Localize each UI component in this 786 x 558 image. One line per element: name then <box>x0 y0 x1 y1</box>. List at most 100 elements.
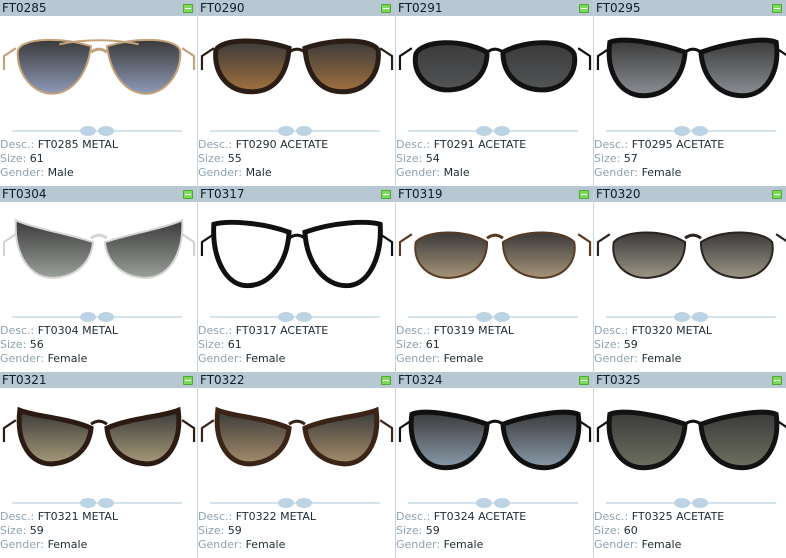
product-card[interactable]: FT0304 Desc.: FT0304 METAL Size: 56 Gender:… <box>0 186 198 372</box>
sunglasses-image[interactable] <box>594 16 786 120</box>
collapse-toggle-icon[interactable] <box>183 4 193 13</box>
product-code-header[interactable]: FT0290 <box>198 0 395 16</box>
product-card[interactable]: FT0322 Desc.: FT0322 METAL Size: 59 Gender:… <box>198 372 396 558</box>
product-description-label: Desc.: <box>0 138 35 151</box>
product-code-header[interactable]: FT0317 <box>198 186 395 202</box>
product-size-value: 54 <box>425 152 440 165</box>
product-description-label: Desc.: <box>594 138 629 151</box>
product-size-value: 61 <box>29 152 44 165</box>
sunglasses-image[interactable] <box>0 388 198 492</box>
product-size-row: Size: 55 <box>198 152 328 166</box>
product-description-value: FT0291 ACETATE <box>433 138 527 151</box>
product-size-value: 60 <box>623 524 638 537</box>
product-code-header[interactable]: FT0319 <box>396 186 593 202</box>
product-card[interactable]: FT0320 Desc.: FT0320 METAL Size: 59 Gender:… <box>594 186 786 372</box>
product-gender-label: Gender: <box>396 352 441 365</box>
collapse-toggle-icon[interactable] <box>772 376 782 385</box>
glasses-divider-icon <box>210 498 380 508</box>
product-gender-row: Gender: Female <box>198 352 328 366</box>
product-info: Desc.: FT0324 ACETATE Size: 59 Gender: Fem… <box>396 510 526 552</box>
product-gender-row: Gender: Female <box>594 538 724 552</box>
product-code-header[interactable]: FT0324 <box>396 372 593 388</box>
product-gender-label: Gender: <box>0 352 45 365</box>
collapse-toggle-icon[interactable] <box>579 190 589 199</box>
product-code: FT0319 <box>398 187 443 201</box>
product-description-row: Desc.: FT0325 ACETATE <box>594 510 724 524</box>
product-code: FT0321 <box>2 373 47 387</box>
collapse-toggle-icon[interactable] <box>579 376 589 385</box>
product-gender-label: Gender: <box>594 352 639 365</box>
product-info: Desc.: FT0304 METAL Size: 56 Gender: Femal… <box>0 324 118 366</box>
product-gender-value: Female <box>47 352 88 365</box>
product-code-header[interactable]: FT0322 <box>198 372 395 388</box>
sunglasses-image[interactable] <box>396 388 594 492</box>
product-card[interactable]: FT0319 Desc.: FT0319 METAL Size: 61 Gender:… <box>396 186 594 372</box>
sunglasses-image[interactable] <box>0 202 198 306</box>
product-description-value: FT0319 METAL <box>433 324 515 337</box>
collapse-toggle-icon[interactable] <box>772 190 782 199</box>
sunglasses-image[interactable] <box>198 388 396 492</box>
glasses-divider-icon <box>606 126 776 136</box>
product-description-label: Desc.: <box>198 138 233 151</box>
product-gender-row: Gender: Female <box>0 352 118 366</box>
product-code-header[interactable]: FT0321 <box>0 372 197 388</box>
glasses-divider-icon <box>606 312 776 322</box>
product-size-row: Size: 59 <box>198 524 316 538</box>
product-code-header[interactable]: FT0320 <box>594 186 786 202</box>
product-card[interactable]: FT0324 Desc.: FT0324 ACETATE Size: 59 Gende… <box>396 372 594 558</box>
product-size-label: Size: <box>198 152 225 165</box>
product-code-header[interactable]: FT0304 <box>0 186 197 202</box>
product-description-label: Desc.: <box>198 324 233 337</box>
product-code-header[interactable]: FT0291 <box>396 0 593 16</box>
product-description-label: Desc.: <box>198 510 233 523</box>
sunglasses-image[interactable] <box>198 202 396 306</box>
collapse-toggle-icon[interactable] <box>579 4 589 13</box>
glasses-divider-icon <box>606 498 776 508</box>
product-card[interactable]: FT0290 Desc.: FT0290 ACETATE Size: 55 Gende… <box>198 0 396 186</box>
product-description-value: FT0295 ACETATE <box>631 138 725 151</box>
sunglasses-image[interactable] <box>396 16 594 120</box>
product-code-header[interactable]: FT0285 <box>0 0 197 16</box>
product-gender-value: Female <box>443 352 484 365</box>
sunglasses-image[interactable] <box>0 16 198 120</box>
collapse-toggle-icon[interactable] <box>183 190 193 199</box>
product-card[interactable]: FT0295 Desc.: FT0295 ACETATE Size: 57 Gende… <box>594 0 786 186</box>
product-code-header[interactable]: FT0295 <box>594 0 786 16</box>
product-description-row: Desc.: FT0324 ACETATE <box>396 510 526 524</box>
product-card[interactable]: FT0291 Desc.: FT0291 ACETATE Size: 54 Gende… <box>396 0 594 186</box>
product-card[interactable]: FT0317 Desc.: FT0317 ACETATE Size: 61 Gende… <box>198 186 396 372</box>
product-info: Desc.: FT0325 ACETATE Size: 60 Gender: Fem… <box>594 510 724 552</box>
product-description-value: FT0317 ACETATE <box>235 324 329 337</box>
product-card[interactable]: FT0321 Desc.: FT0321 METAL Size: 59 Gender:… <box>0 372 198 558</box>
sunglasses-image[interactable] <box>396 202 594 306</box>
product-code: FT0325 <box>596 373 641 387</box>
product-gender-label: Gender: <box>0 166 45 179</box>
product-code: FT0290 <box>200 1 245 15</box>
product-size-value: 61 <box>425 338 440 351</box>
sunglasses-image[interactable] <box>594 388 786 492</box>
product-size-row: Size: 61 <box>0 152 118 166</box>
product-size-row: Size: 61 <box>396 338 514 352</box>
collapse-toggle-icon[interactable] <box>772 4 782 13</box>
product-description-row: Desc.: FT0304 METAL <box>0 324 118 338</box>
product-size-value: 59 <box>623 338 638 351</box>
sunglasses-image[interactable] <box>198 16 396 120</box>
product-code: FT0291 <box>398 1 443 15</box>
collapse-toggle-icon[interactable] <box>381 190 391 199</box>
product-card[interactable]: FT0325 Desc.: FT0325 ACETATE Size: 60 Gende… <box>594 372 786 558</box>
product-description-value: FT0304 METAL <box>37 324 119 337</box>
product-code: FT0322 <box>200 373 245 387</box>
product-card[interactable]: FT0285 Desc.: FT0285 METAL Size: 61 Gender:… <box>0 0 198 186</box>
collapse-toggle-icon[interactable] <box>381 4 391 13</box>
collapse-toggle-icon[interactable] <box>183 376 193 385</box>
sunglasses-image[interactable] <box>594 202 786 306</box>
product-gender-label: Gender: <box>396 538 441 551</box>
product-gender-value: Female <box>641 166 682 179</box>
collapse-toggle-icon[interactable] <box>381 376 391 385</box>
product-gender-value: Female <box>443 538 484 551</box>
product-gender-label: Gender: <box>198 538 243 551</box>
product-code-header[interactable]: FT0325 <box>594 372 786 388</box>
product-size-label: Size: <box>396 152 423 165</box>
product-description-row: Desc.: FT0319 METAL <box>396 324 514 338</box>
product-gender-label: Gender: <box>0 538 45 551</box>
